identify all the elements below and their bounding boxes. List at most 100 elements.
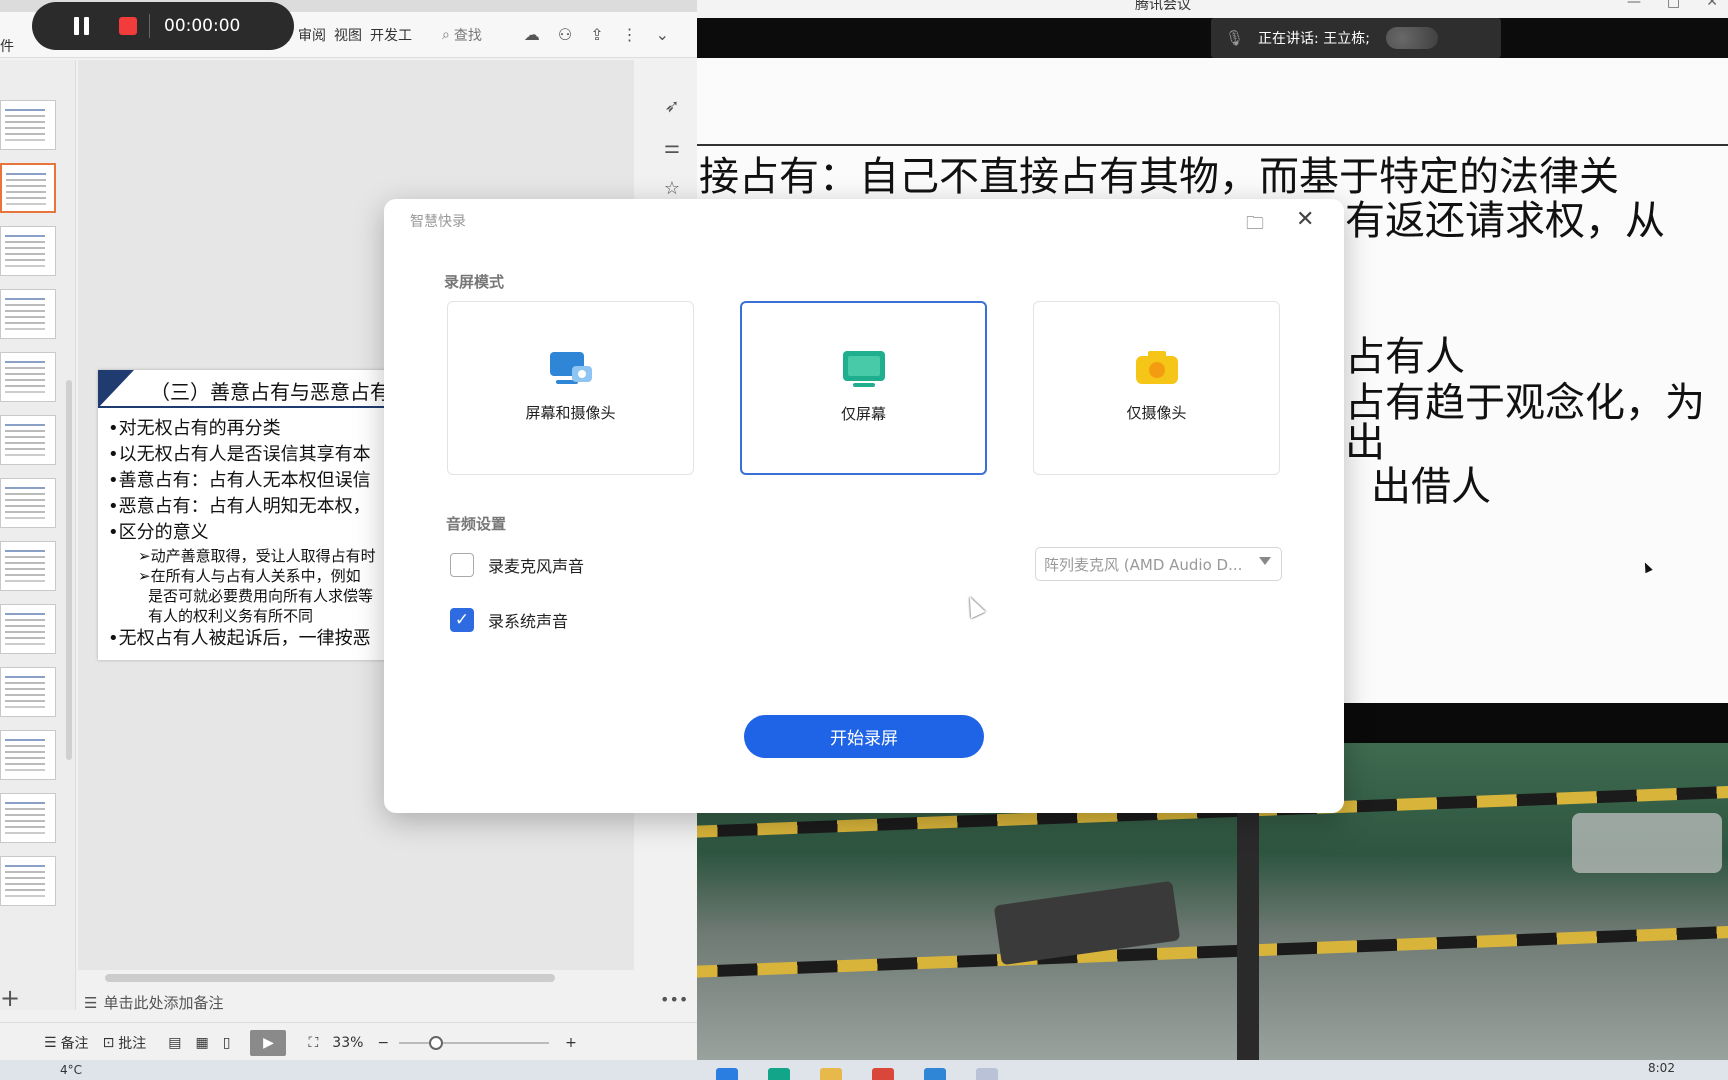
- file-menu[interactable]: 件: [0, 36, 14, 56]
- zoom-out-button[interactable]: −: [377, 1035, 389, 1051]
- slide-thumbnail[interactable]: [0, 541, 56, 591]
- system-audio-checkbox[interactable]: ✓: [450, 608, 474, 632]
- video-object: [1237, 813, 1259, 1060]
- shared-text-line: 有返还请求权，从: [1345, 198, 1665, 244]
- avatar-blur: [1385, 27, 1438, 49]
- folder-icon[interactable]: 🗀: [1246, 211, 1264, 241]
- mic-device-value: 阵列麦克风 (AMD Audio D...: [1044, 555, 1243, 574]
- slide-bullet: •恶意占有：占有人明知无本权，: [108, 496, 371, 517]
- minimize-icon[interactable]: —: [1627, 0, 1641, 10]
- slide-thumbnail-active[interactable]: [0, 163, 56, 213]
- section-audio-settings: 音频设置: [446, 515, 507, 533]
- chevron-down-icon: [1259, 557, 1271, 565]
- slide-thumbnail[interactable]: [0, 793, 56, 843]
- slide-thumbnail[interactable]: [0, 100, 56, 150]
- close-icon[interactable]: ✕: [1296, 207, 1314, 232]
- maximize-icon[interactable]: □: [1667, 0, 1680, 10]
- taskbar-icons: [716, 1068, 998, 1080]
- notes-icon: ☰: [84, 993, 98, 1012]
- quick-record-dialog: 智慧快录 🗀 ✕ 录屏模式 屏幕和摄像头 仅屏幕 仅摄像头 音频设置 录麦克风声…: [384, 199, 1344, 813]
- slide-bullet: •无权占有人被起诉后，一律按恶: [108, 628, 371, 649]
- app-icon[interactable]: [976, 1068, 998, 1080]
- zoom-knob[interactable]: [429, 1035, 444, 1050]
- browser-icon[interactable]: [768, 1068, 790, 1080]
- windows-start-icon[interactable]: [716, 1068, 738, 1080]
- cloud-sync-icon[interactable]: ☁: [524, 25, 540, 44]
- view-normal-button[interactable]: ▤: [168, 1035, 181, 1051]
- pause-button[interactable]: [74, 17, 89, 35]
- slide-title: （三）善意占有与恶意占有: [150, 380, 390, 404]
- section-record-mode: 录屏模式: [444, 273, 505, 291]
- slide-thumbnail[interactable]: [0, 667, 56, 717]
- notes-toggle-label: 备注: [60, 1035, 89, 1052]
- mode-label: 屏幕和摄像头: [525, 404, 616, 422]
- zoom-slider[interactable]: [399, 1035, 550, 1050]
- record-mic-option[interactable]: 录麦克风声音: [450, 553, 584, 577]
- mode-screen-only[interactable]: 仅屏幕: [740, 301, 987, 475]
- mic-checkbox[interactable]: [450, 553, 474, 577]
- start-recording-button[interactable]: 开始录屏: [744, 715, 984, 758]
- slide-thumbnail[interactable]: [0, 604, 56, 654]
- mode-camera-only[interactable]: 仅摄像头: [1033, 301, 1280, 475]
- more-dots-icon[interactable]: •••: [660, 990, 688, 1009]
- screen-camera-icon: [549, 352, 592, 384]
- stop-button[interactable]: [119, 17, 137, 35]
- share-icon[interactable]: ⇪: [590, 25, 603, 44]
- slide-sub-bullet: ➢在所有人与占有人关系中，例如: [138, 567, 361, 585]
- app-icon[interactable]: [872, 1068, 894, 1080]
- mode-label: 仅屏幕: [840, 405, 886, 423]
- taskbar-clock[interactable]: 8:02: [1648, 1061, 1675, 1075]
- slide-thumbnail[interactable]: [0, 856, 56, 906]
- slide-bullet: •以无权占有人是否误信其享有本: [108, 444, 371, 465]
- mic-muted-icon: 🎙: [1225, 29, 1245, 47]
- slide-thumbnail[interactable]: [0, 352, 56, 402]
- view-grid-button[interactable]: ▦: [196, 1035, 209, 1051]
- slide-thumbnail[interactable]: [0, 226, 56, 276]
- slide-bullet: •善意占有：占有人无本权但误信: [108, 470, 371, 491]
- speaking-indicator: 🎙 正在讲话: 王立栋;: [1211, 18, 1501, 58]
- record-system-audio-option[interactable]: ✓ 录系统声音: [450, 608, 568, 632]
- slide-sub-bullet: ➢动产善意取得，受让人取得占有时: [138, 547, 376, 565]
- fit-window-button[interactable]: ⛶: [308, 1035, 318, 1051]
- collaborate-icon[interactable]: ⚇: [558, 25, 572, 44]
- star-icon[interactable]: ☆: [664, 178, 680, 199]
- search-icon: ⌕: [442, 26, 450, 43]
- mode-screen-camera[interactable]: 屏幕和摄像头: [447, 301, 694, 475]
- add-slide-icon[interactable]: +: [0, 984, 20, 1012]
- slide-thumbnail[interactable]: [0, 289, 56, 339]
- tab-review[interactable]: 审阅: [298, 25, 326, 45]
- meeting-title: 腾讯会议: [1135, 0, 1191, 13]
- app-icon[interactable]: [924, 1068, 946, 1080]
- weather-widget[interactable]: 4°C: [60, 1063, 82, 1077]
- notes-bar[interactable]: ☰ 单击此处添加备注: [84, 992, 223, 1013]
- play-slideshow-button[interactable]: ▶: [250, 1029, 287, 1056]
- slide-sub-bullet-cont: 是否可就必要费用向所有人求偿等: [148, 587, 374, 605]
- slide-thumbnail[interactable]: [0, 478, 56, 528]
- comments-toggle[interactable]: ⊡ 批注: [103, 1033, 147, 1053]
- slide-thumbnail[interactable]: [0, 415, 56, 465]
- screen-icon: [842, 351, 885, 387]
- comments-label: 批注: [118, 1035, 147, 1052]
- zoom-level[interactable]: 33%: [332, 1035, 363, 1051]
- slide-thumbnail[interactable]: [0, 730, 56, 780]
- zoom-in-button[interactable]: +: [565, 1035, 577, 1051]
- dialog-title: 智慧快录: [410, 214, 466, 230]
- shared-text-line: 占有趋于观念化，为: [1345, 380, 1705, 426]
- more-icon[interactable]: ⋮: [622, 25, 638, 44]
- notes-toggle-icon: ☰: [44, 1034, 57, 1051]
- thumbnail-scrollbar[interactable]: [66, 380, 72, 760]
- tab-developer[interactable]: 开发工: [370, 25, 412, 45]
- search-box[interactable]: ⌕ 查找: [442, 25, 482, 45]
- mic-device-select[interactable]: 阵列麦克风 (AMD Audio D...: [1035, 547, 1282, 581]
- view-reading-button[interactable]: ▯: [223, 1035, 231, 1051]
- close-window-icon[interactable]: ✕: [1706, 0, 1718, 10]
- rocket-icon[interactable]: ➶: [664, 96, 679, 117]
- horizontal-scrollbar[interactable]: [90, 972, 620, 982]
- slide-sub-bullet-cont: 有人的权利义务有所不同: [148, 607, 314, 625]
- file-explorer-icon[interactable]: [820, 1068, 842, 1080]
- status-bar: ☰ 备注 ⊡ 批注 ▤ ▦ ▯ ▶ ⛶ 33% − +: [0, 1022, 697, 1062]
- tab-view[interactable]: 视图: [334, 25, 362, 45]
- chevron-down-icon[interactable]: ⌄: [656, 25, 669, 44]
- settings-sliders-icon[interactable]: ⚌: [664, 137, 680, 158]
- notes-toggle[interactable]: ☰ 备注: [44, 1033, 89, 1053]
